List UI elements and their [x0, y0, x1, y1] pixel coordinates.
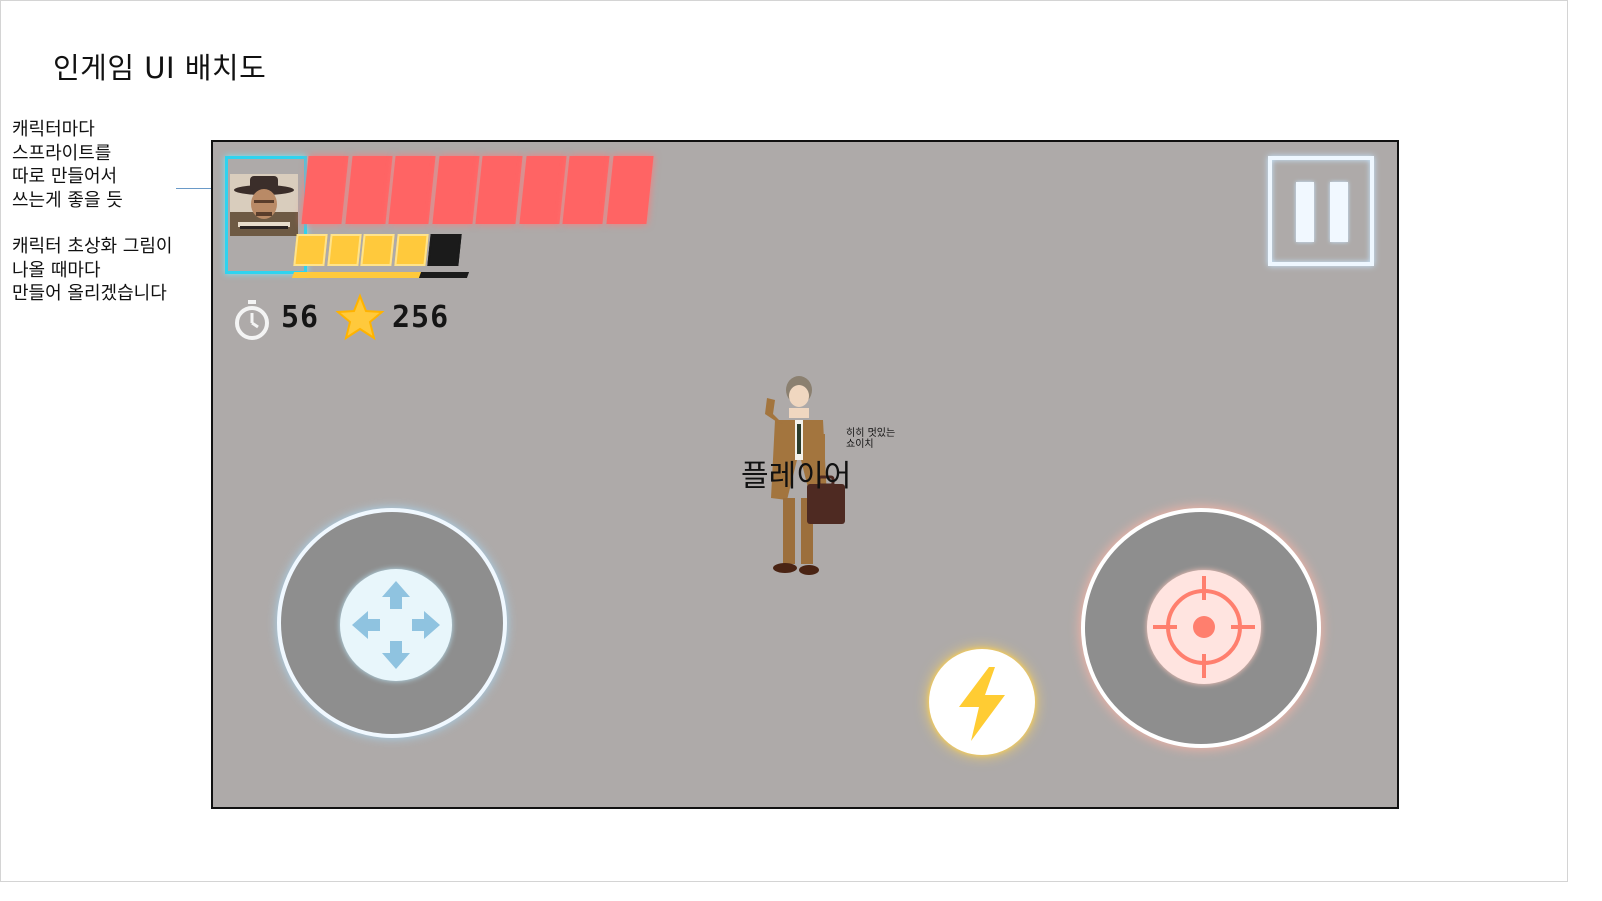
- attack-joystick[interactable]: [1081, 508, 1321, 748]
- player-label: 플레이어: [741, 459, 852, 494]
- move-joystick[interactable]: [277, 508, 507, 738]
- stopwatch-icon: [235, 300, 269, 340]
- energy-segment-empty: [427, 234, 462, 266]
- note-sprite: 캐릭터마다 스프라이트를 따로 만들어서 쓰는게 좋을 듯: [12, 119, 123, 211]
- health-segment: [388, 156, 436, 224]
- cowboy-portrait-icon: [230, 174, 298, 236]
- slide: 인게임 UI 배치도 캐릭터마다 스프라이트를 따로 만들어서 쓰는게 좋을 듯…: [0, 0, 1568, 882]
- note-portrait: 캐릭터 초상화 그림이 나올 때마다 만들어 올리겠습니다: [12, 236, 173, 304]
- health-segment: [605, 156, 654, 224]
- energy-segment: [293, 234, 328, 266]
- health-segment: [475, 156, 523, 224]
- page-title: 인게임 UI 배치도: [53, 51, 267, 85]
- star-count: 256: [392, 300, 450, 335]
- health-segment: [301, 156, 349, 224]
- lightning-bolt-icon: [959, 667, 1005, 741]
- attack-joystick-knob[interactable]: [1147, 570, 1261, 684]
- player-speech-note: 히히 멋있는 쇼이치: [846, 428, 896, 450]
- energy-segment: [326, 234, 362, 266]
- pause-icon-bar: [1330, 182, 1348, 242]
- timer-value: 56: [281, 300, 320, 335]
- energy-segment: [393, 234, 429, 266]
- energy-segment: [360, 234, 395, 266]
- skill-button[interactable]: [929, 649, 1035, 755]
- pause-icon: [1296, 182, 1314, 242]
- health-segment: [344, 156, 393, 224]
- game-screen: 56 256 히히 멋있는 쇼이치 플레이어: [211, 140, 1399, 809]
- pause-button[interactable]: [1268, 156, 1374, 266]
- health-segment: [562, 156, 610, 224]
- energy-bar-base-empty: [418, 272, 470, 278]
- star-icon: [335, 293, 385, 341]
- move-joystick-knob[interactable]: [340, 569, 452, 681]
- four-way-arrows-icon: [352, 581, 440, 669]
- health-segment: [518, 156, 567, 224]
- health-segment: [431, 156, 480, 224]
- crosshair-icon: [1153, 576, 1255, 678]
